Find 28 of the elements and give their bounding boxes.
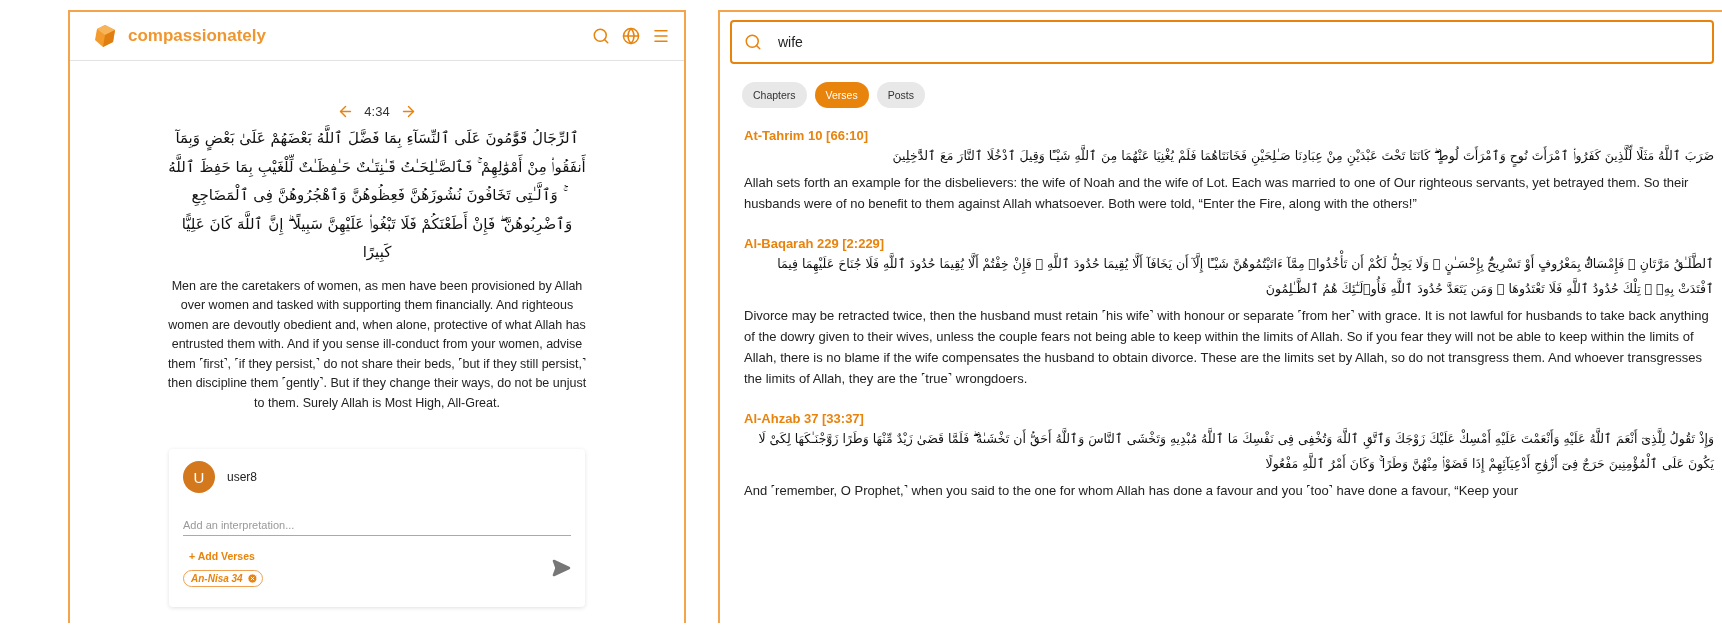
globe-icon[interactable] — [622, 27, 640, 45]
search-icon — [744, 33, 762, 51]
arabic-verse: وَإِذْ تَقُولُ لِلَّذِىٓ أَنْعَمَ ٱللَّهُ عَلَيْهِ وَأَنْعَمْتَ عَلَيْهِ أَمْسِكْ عَلَيْكَ زَوْجَكَ وَٱتَّقِ ٱللَّهَ وَتُخْفِى فِى نَفْسِكَ مَا ٱللَّهُ مُبْدِيهِ وَتَخْشَى ٱلنَّاسَ وَٱللَّهُ أَحَقُّ أَن تَخْشَىٰهُ ۖ فَلَمَّا قَضَىٰ زَيْدٌ مِّنْهَا وَطَرًا زَوَّجْنَـٰكَهَا لِكَىْ لَا يَكُونَ عَلَى ٱلْمُؤْمِنِينَ حَرَجٌ فِىٓ أَزْوَٰجِ أَدْعِيَآئِهِمْ إِذَا قَضَوْا۟ مِنْهُنَّ وَطَرًا ۚ وَكَانَ أَمْرُ ٱللَّهِ مَفْعُولًا — [744, 426, 1714, 476]
send-button[interactable] — [551, 557, 571, 578]
result-title[interactable]: At-Tahrim 10 [66:10] — [744, 128, 868, 143]
arabic-verse: ٱلطَّلَـٰقُ مَرَّتَانِ ۖ فَإِمْسَاكٌۢ بِمَعْرُوفٍ أَوْ تَسْرِيحٌۢ بِإِحْسَـٰنٍ ۗ وَلَا يَحِلُّ لَكُمْ أَن تَأْخُذُوا۟ مِمَّآ ءَاتَيْتُمُوهُنَّ شَيْـًٔا إِلَّآ أَن يَخَافَآ أَلَّا يُقِيمَا حُدُودَ ٱللَّهِ ۖ فَإِنْ خِفْتُمْ أَلَّا يُقِيمَا حُدُودَ ٱللَّهِ فَلَا جُنَاحَ عَلَيْهِمَا فِيمَا ٱفْتَدَتْ بِهِۦ ۗ تِلْكَ حُدُودُ ٱللَّهِ فَلَا تَعْتَدُوهَا ۚ وَمَن يَتَعَدَّ حُدُودَ ٱللَّهِ فَأُو۟لَـٰٓئِكَ هُمُ ٱلظَّـٰلِمُونَ — [744, 251, 1714, 301]
verse-translation: Men are the caretakers of women, as men have been provisioned by Allah over women and tasked with supporting them financially. And righteous women are devoutly obedient and, when alone, protective of what Allah has entrusted them with. And if you sense ill-conduct from your women, advise them ˹first˺, ˹if they persist,˺ do not share their beds, ˹but if they still persist,˺ then discipline them ˹gently˺. But if they change their ways, do not be unjust to them. Surely Allah is Most High, All-Great. — [167, 277, 587, 412]
result-title[interactable]: Al-Ahzab 37 [33:37] — [744, 411, 864, 426]
add-verses-button[interactable]: + Add Verses — [183, 548, 261, 564]
result-title[interactable]: Al-Baqarah 229 [2:229] — [744, 236, 885, 251]
verse-translation: Allah sets forth an example for the disbelievers: the wife of Noah and the wife of Lot. Each was married to one of Our righteous servants, yet betrayed them. So their husbands were of no benefit to them against Allah whatsoever. Both were told, “Enter the Fire, along with the others!” — [744, 174, 1690, 213]
logo-icon — [92, 23, 118, 49]
verse-translation: Divorce may be retracted twice, then the husband must retain ˹his wife˺ with honour or separate ˹from her˺ with grace. It is not lawful for husbands to take back anything of the dowry given to their wives, unless the couple fears not being able to keep within the limits of Allah. So if you fear they will not be able to keep within the limits of Allah, there is no blame if the wife compensates the husband to obtain divorce. These are the limits set by Allah, so do not transgress them. And whoever transgresses the limits of Allah, they are the ˹true˺ wrongdoers. — [744, 307, 1710, 388]
filter-chip[interactable]: Chapters — [742, 82, 807, 108]
search-icon[interactable] — [592, 27, 610, 45]
menu-icon[interactable] — [652, 27, 670, 45]
arabic-verse: ضَرَبَ ٱللَّهُ مَثَلًا لِّلَّذِينَ كَفَرُوا۟ ٱمْرَأَتَ نُوحٍ وَٱمْرَأَتَ لُوطٍ ۖ كَانَتَا تَحْتَ عَبْدَيْنِ مِنْ عِبَادِنَا صَـٰلِحَيْنِ فَخَانَتَاهُمَا فَلَمْ يُغْنِيَا عَنْهُمَا مِنَ ٱللَّهِ شَيْـًٔا وَقِيلَ ٱدْخُلَا ٱلنَّارَ مَعَ ٱلدَّٰخِلِينَ — [744, 143, 1714, 168]
filter-chip[interactable]: Verses — [814, 82, 869, 108]
username: user8 — [227, 470, 258, 484]
tag-label: An-Nisa 34 — [191, 573, 243, 584]
arabic-verse: ٱلرِّجَالُ قَوَّٰمُونَ عَلَى ٱلنِّسَآءِ بِمَا فَضَّلَ ٱللَّهُ بَعْضَهُمْ عَلَىٰ بَعْضٍ وَبِمَآ أَنفَقُوا۟ مِنْ أَمْوَٰلِهِمْ ۚ فَٱلصَّـٰلِحَـٰتُ قَـٰنِتَـٰتٌ حَـٰفِظَـٰتٌ لِّلْغَيْبِ بِمَا حَفِظَ ٱللَّهُ ۚ وَٱلَّـٰتِى تَخَافُونَ نُشُوزَهُنَّ فَعِظُوهُنَّ وَٱهْجُرُوهُنَّ فِى ٱلْمَضَاجِعِ وَٱضْرِبُوهُنَّ ۖ فَإِنْ أَطَعْنَكُمْ فَلَا تَبْغُوا۟ عَلَيْهِنَّ سَبِيلًا ۗ إِنَّ ٱللَّهَ كَانَ عَلِيًّا كَبِيرًا — [167, 124, 587, 267]
user-avatar: U — [183, 461, 215, 493]
verse-reference: 4:34 — [364, 104, 390, 119]
brand-name: compassionately — [128, 26, 267, 46]
verse-translation: And ˹remember, O Prophet,˺ when you said to the one for whom Allah has done a favour and you ˹too˺ have done a favour, “Keep your — [744, 482, 1519, 500]
remove-icon[interactable] — [246, 573, 258, 584]
filter-chip[interactable]: Posts — [876, 82, 925, 108]
search-field[interactable]: wife — [730, 20, 1714, 64]
